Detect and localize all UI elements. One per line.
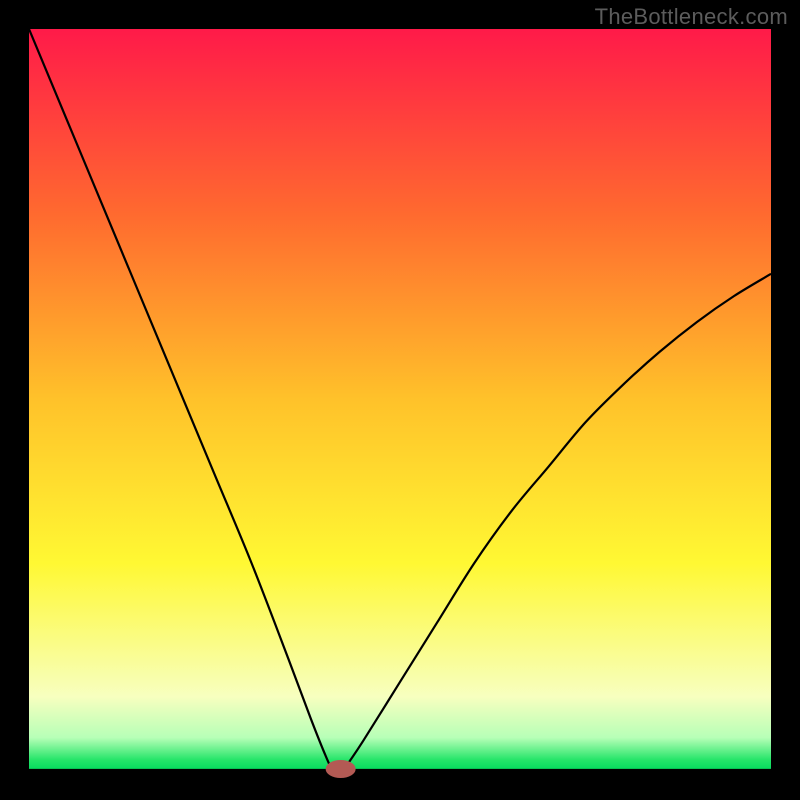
- bottleneck-chart: [0, 0, 800, 800]
- plot-background: [29, 29, 771, 771]
- chart-container: TheBottleneck.com: [0, 0, 800, 800]
- watermark-text: TheBottleneck.com: [595, 4, 788, 30]
- optimal-point-marker: [326, 760, 356, 778]
